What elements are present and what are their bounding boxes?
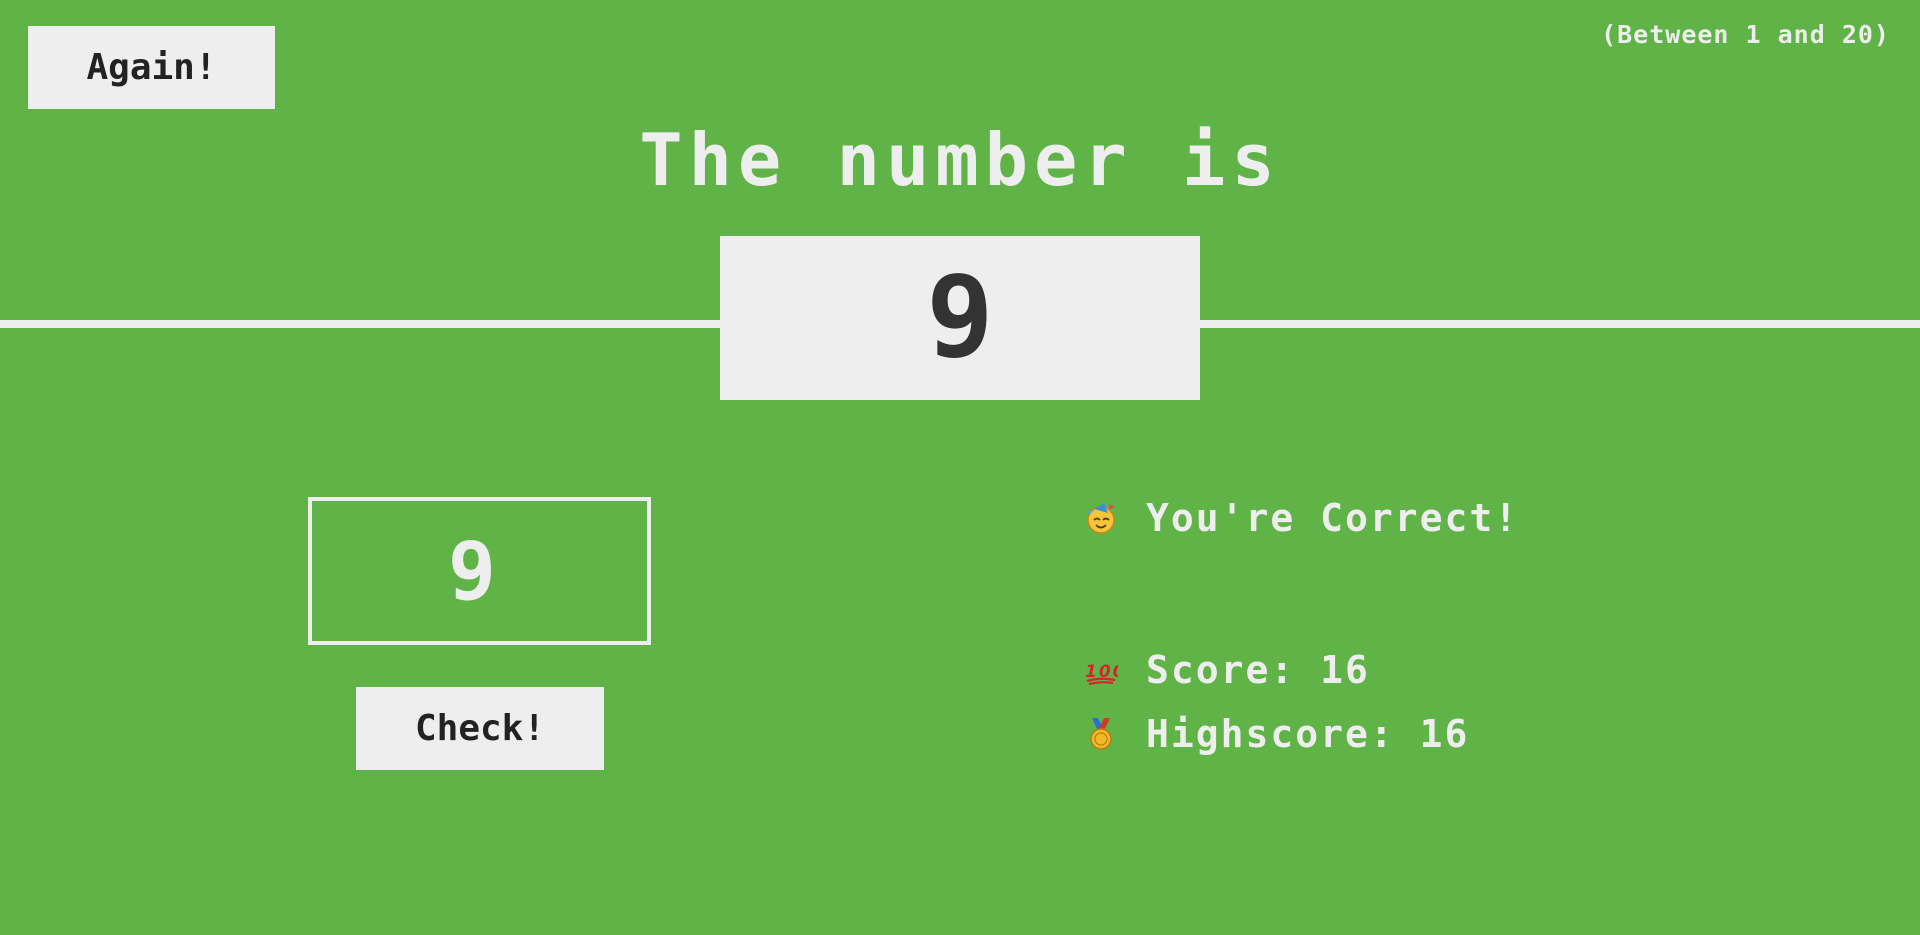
message-row: You're Correct! [1084, 496, 1519, 540]
secret-number: 9 [926, 253, 994, 383]
score-row: 100 Score: 16 [1084, 648, 1370, 692]
highscore-label: Highscore: [1146, 712, 1395, 756]
party-face-icon [1084, 501, 1118, 535]
again-button[interactable]: Again! [28, 26, 275, 109]
headline: The number is [639, 118, 1281, 202]
medal-icon [1084, 717, 1118, 751]
score-value: 16 [1320, 648, 1370, 692]
highscore-value: 16 [1419, 712, 1470, 756]
hundred-points-icon: 100 [1084, 653, 1118, 687]
score-label: Score: [1146, 648, 1296, 692]
highscore-row: Highscore: 16 [1084, 712, 1469, 756]
range-hint: (Between 1 and 20) [1601, 20, 1890, 49]
message-text: You're Correct! [1146, 496, 1520, 540]
check-button[interactable]: Check! [356, 687, 604, 770]
secret-number-box: 9 [720, 236, 1200, 400]
guess-input[interactable] [308, 497, 651, 645]
